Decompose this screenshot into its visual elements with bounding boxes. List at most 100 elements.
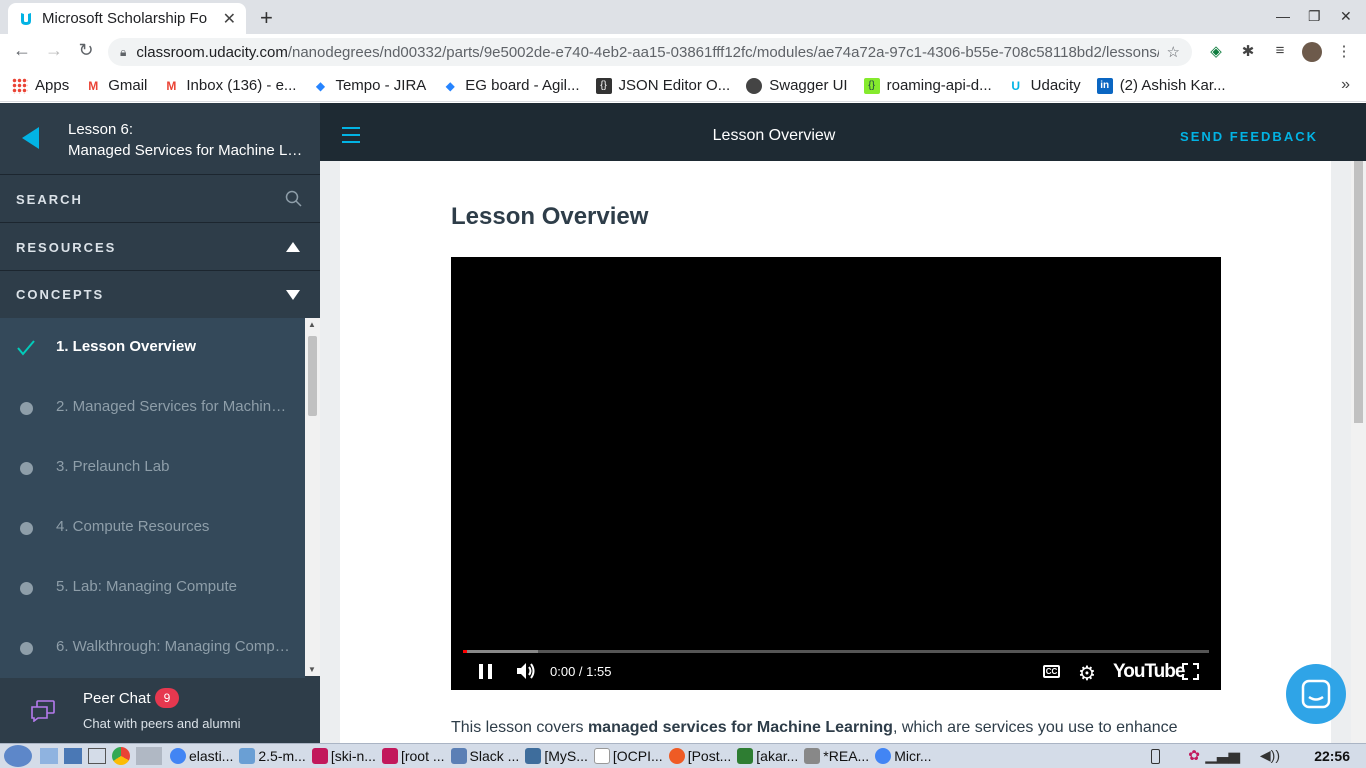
- url-bar[interactable]: 🔒︎ classroom.udacity.com /nanodegrees/nd…: [108, 38, 1192, 66]
- start-menu-icon[interactable]: [4, 745, 32, 767]
- concept-item[interactable]: 4. Compute Resources: [0, 498, 305, 558]
- taskbar-item[interactable]: Micr...: [875, 748, 932, 764]
- video-player[interactable]: 0:00 / 1:55 CC ⚙ YouTube: [451, 257, 1221, 690]
- show-desktop-icon[interactable]: [40, 748, 58, 764]
- window-switcher-icon[interactable]: [88, 748, 106, 764]
- concept-item[interactable]: 3. Prelaunch Lab: [0, 438, 305, 498]
- bookmark-tempo-jira[interactable]: ◆ Tempo - JIRA: [312, 77, 426, 94]
- video-progress-bar[interactable]: [463, 650, 1209, 653]
- search-icon[interactable]: [285, 190, 302, 207]
- lock-icon: 🔒︎: [120, 44, 127, 59]
- concept-item[interactable]: 2. Managed Services for Machine Learning: [0, 378, 305, 438]
- bookmark-json-editor[interactable]: {} JSON Editor O...: [595, 77, 730, 94]
- signal-icon[interactable]: ▁▃▅: [1205, 746, 1240, 764]
- bookmark-swagger[interactable]: Swagger UI: [746, 77, 848, 94]
- unread-badge: 9: [155, 688, 179, 708]
- taskbar-item[interactable]: [akar...: [737, 748, 798, 764]
- bookmark-inbox[interactable]: M Inbox (136) - e...: [163, 77, 296, 94]
- pause-icon[interactable]: [479, 664, 497, 684]
- search-row[interactable]: SEARCH: [0, 175, 320, 223]
- concept-label: 5. Lab: Managing Compute: [56, 578, 237, 595]
- played-bar: [463, 650, 467, 653]
- scroll-down-arrow-icon[interactable]: ▼: [308, 665, 316, 674]
- peer-chat-button[interactable]: Peer Chat 9 Chat with peers and alumni: [0, 678, 320, 743]
- new-tab-button[interactable]: +: [260, 5, 273, 31]
- closed-captions-button[interactable]: CC: [1043, 665, 1060, 678]
- incomplete-dot-icon: [20, 522, 33, 535]
- concept-label: 4. Compute Resources: [56, 518, 210, 535]
- bookmark-star-icon[interactable]: ☆: [1167, 43, 1180, 61]
- settings-gear-icon[interactable]: ⚙: [1078, 661, 1096, 686]
- lesson-number: Lesson 6:: [68, 121, 134, 138]
- app-launcher-icon[interactable]: [64, 748, 82, 764]
- bookmarks-overflow-button[interactable]: »: [1341, 76, 1350, 94]
- volume-icon[interactable]: [515, 661, 537, 681]
- bookmark-eg-board[interactable]: ◆ EG board - Agil...: [442, 77, 580, 94]
- minimize-icon[interactable]: —: [1276, 8, 1290, 24]
- lesson-header: Lesson 6: Managed Services for Machine L…: [0, 103, 320, 175]
- lesson-sidebar: Lesson 6: Managed Services for Machine L…: [0, 103, 320, 743]
- concept-item[interactable]: 1. Lesson Overview: [0, 318, 305, 378]
- taskbar-item[interactable]: [root ...: [381, 748, 445, 764]
- taskbar-item[interactable]: elasti...: [170, 748, 233, 764]
- maximize-icon[interactable]: ❐: [1308, 8, 1321, 25]
- scroll-up-arrow-icon[interactable]: ▲: [308, 320, 316, 329]
- bookmark-udacity[interactable]: U Udacity: [1008, 77, 1080, 94]
- profile-avatar[interactable]: [1302, 42, 1322, 62]
- concept-label: 6. Walkthrough: Managing Compute: [56, 638, 291, 655]
- close-tab-icon[interactable]: ✕: [223, 9, 236, 29]
- intercom-chat-button[interactable]: [1286, 664, 1346, 724]
- taskbar-item[interactable]: [Post...: [668, 748, 731, 764]
- bookmarks-bar: Apps M Gmail M Inbox (136) - e... ◆ Temp…: [0, 70, 1366, 102]
- network-icon[interactable]: ✿: [1188, 747, 1200, 764]
- battery-icon[interactable]: [1151, 749, 1160, 764]
- json-icon: {}: [595, 77, 612, 94]
- blank-launcher-icon[interactable]: [136, 747, 162, 765]
- incomplete-dot-icon: [20, 582, 33, 595]
- peer-chat-title: Peer Chat: [83, 690, 151, 707]
- close-window-icon[interactable]: ✕: [1340, 8, 1352, 25]
- taskbar-item[interactable]: [MyS...: [525, 748, 588, 764]
- fullscreen-icon[interactable]: [1182, 663, 1199, 680]
- tab-title: Microsoft Scholarship Fo: [42, 10, 208, 27]
- media-queue-icon[interactable]: ≡: [1270, 42, 1290, 62]
- taskbar-item[interactable]: [OCPI...: [593, 748, 663, 764]
- jira-icon: ◆: [315, 78, 326, 93]
- extensions-puzzle-icon[interactable]: ✱: [1238, 42, 1258, 62]
- concepts-toggle[interactable]: CONCEPTS: [0, 270, 320, 318]
- forward-arrow-icon[interactable]: →: [42, 40, 66, 61]
- taskbar-item[interactable]: Slack ...: [450, 748, 519, 764]
- bookmark-apps[interactable]: Apps: [12, 77, 69, 94]
- browser-tab[interactable]: Microsoft Scholarship Fo ✕: [8, 3, 246, 34]
- extension-shield-icon[interactable]: ◈: [1206, 42, 1226, 62]
- back-arrow-icon[interactable]: ←: [10, 40, 34, 61]
- back-triangle-icon[interactable]: [22, 127, 39, 149]
- bookmark-roaming-api[interactable]: {} roaming-api-d...: [863, 77, 992, 94]
- send-feedback-button[interactable]: SEND FEEDBACK: [1180, 129, 1318, 144]
- concept-item[interactable]: 5. Lab: Managing Compute: [0, 558, 305, 618]
- lesson-intro-text: This lesson covers managed services for …: [451, 719, 1178, 736]
- taskbar-item[interactable]: *REA...: [804, 748, 869, 764]
- incomplete-dot-icon: [20, 402, 33, 415]
- scrollbar-thumb[interactable]: [1354, 161, 1363, 423]
- scrollbar-thumb[interactable]: [308, 336, 317, 416]
- volume-tray-icon[interactable]: ◀)): [1260, 747, 1280, 764]
- resources-toggle[interactable]: RESOURCES: [0, 223, 320, 271]
- bookmark-linkedin[interactable]: in (2) Ashish Kar...: [1096, 77, 1226, 94]
- chat-bubbles-icon: [31, 700, 55, 722]
- reload-icon[interactable]: ↻: [74, 40, 98, 61]
- concepts-scrollbar[interactable]: ▲ ▼: [305, 318, 320, 676]
- main-scrollbar[interactable]: [1351, 161, 1366, 743]
- taskbar-item[interactable]: [ski-n...: [311, 748, 376, 764]
- bookmark-gmail[interactable]: M Gmail: [85, 77, 147, 94]
- concept-label: 3. Prelaunch Lab: [56, 458, 170, 475]
- linkedin-icon: in: [1096, 77, 1113, 94]
- video-time: 0:00 / 1:55: [550, 664, 612, 679]
- taskbar-item[interactable]: 2.5-m...: [239, 748, 306, 764]
- chrome-launcher-icon[interactable]: [112, 747, 130, 765]
- youtube-logo[interactable]: YouTube: [1113, 661, 1185, 683]
- resources-label: RESOURCES: [16, 240, 117, 255]
- menu-kebab-icon[interactable]: ⋮: [1334, 42, 1354, 62]
- incomplete-dot-icon: [20, 462, 33, 475]
- concept-item[interactable]: 6. Walkthrough: Managing Compute: [0, 618, 305, 678]
